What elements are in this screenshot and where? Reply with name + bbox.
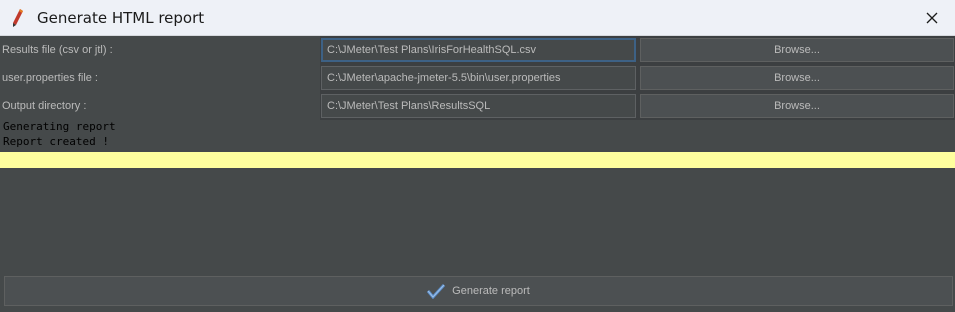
output-directory-label: Output directory : — [2, 100, 87, 112]
title-bar: Generate HTML report — [0, 0, 955, 36]
user-properties-browse-button[interactable]: Browse... — [640, 66, 954, 90]
window-title: Generate HTML report — [37, 9, 205, 27]
generate-report-label: Generate report — [452, 285, 530, 297]
results-file-field[interactable]: C:\JMeter\Test Plans\IrisForHealthSQL.cs… — [321, 38, 636, 62]
generate-html-report-window: Generate HTML report Results file (csv o… — [0, 0, 955, 312]
current-line-highlight — [0, 152, 955, 168]
close-button[interactable] — [909, 0, 955, 36]
log-line: Report created ! — [3, 135, 109, 148]
check-icon — [427, 283, 446, 299]
close-icon — [926, 12, 938, 24]
output-directory-field[interactable]: C:\JMeter\Test Plans\ResultsSQL — [321, 94, 636, 118]
form-area: Results file (csv or jtl) : C:\JMeter\Te… — [0, 36, 955, 120]
user-properties-field[interactable]: C:\JMeter\apache-jmeter-5.5\bin\user.pro… — [321, 66, 636, 90]
log-line: Generating report — [3, 120, 116, 133]
pencil-icon — [13, 9, 23, 27]
output-directory-browse-button[interactable]: Browse... — [640, 94, 954, 118]
log-output-area[interactable]: Generating report Report created ! — [0, 120, 955, 272]
results-file-browse-button[interactable]: Browse... — [640, 38, 954, 62]
results-file-label: Results file (csv or jtl) : — [2, 44, 113, 56]
user-properties-label: user.properties file : — [2, 72, 98, 84]
generate-report-button[interactable]: Generate report — [4, 276, 953, 306]
